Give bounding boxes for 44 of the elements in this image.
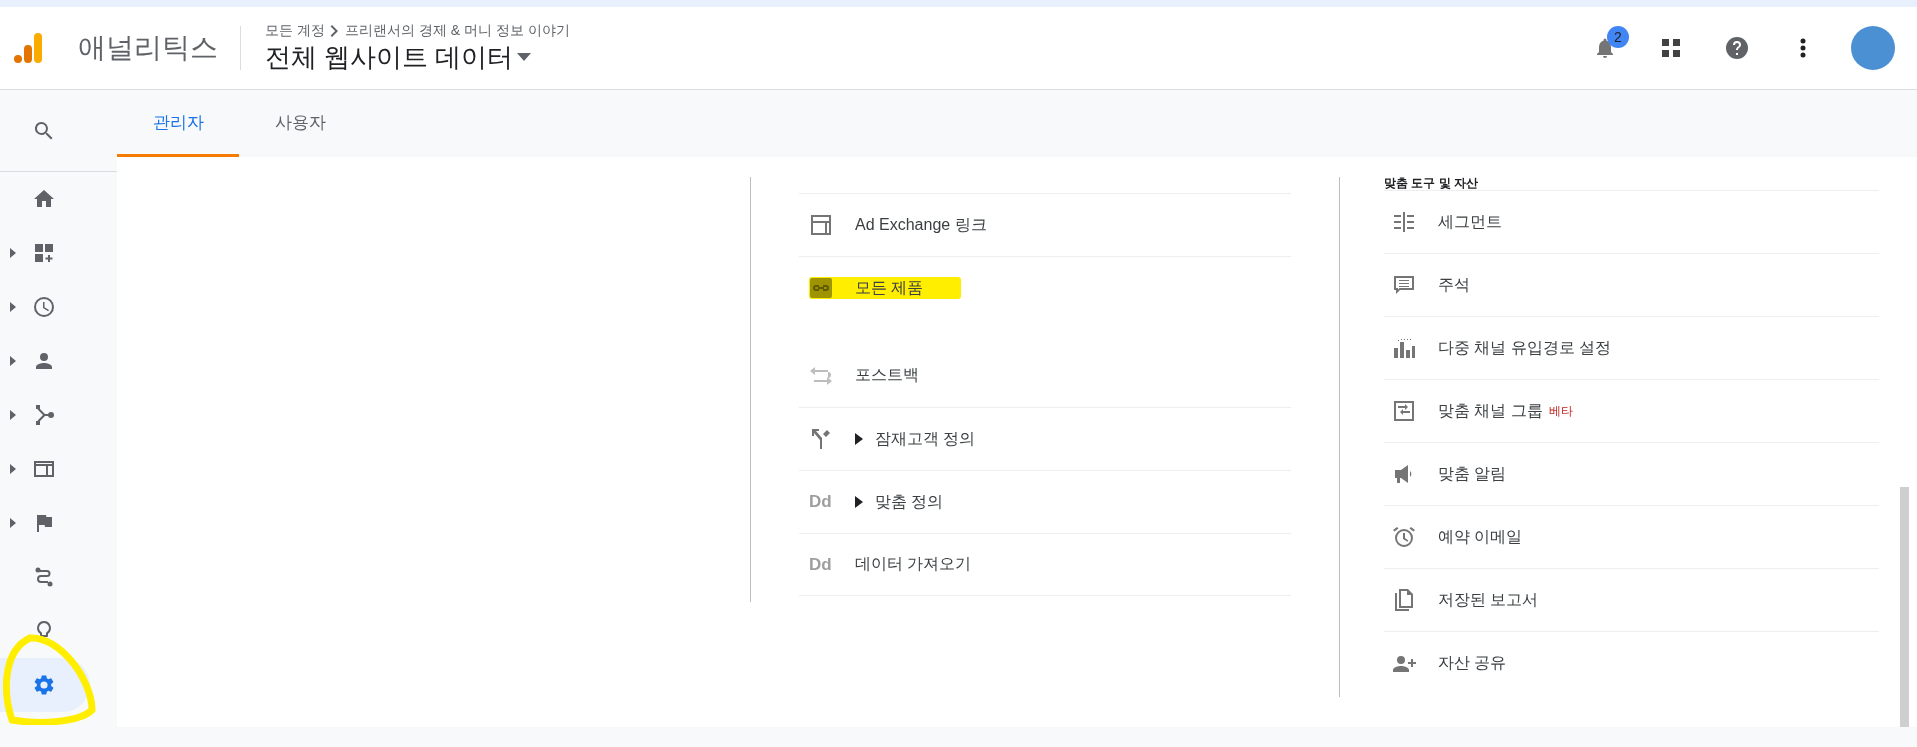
analytics-logo-icon [14,33,42,63]
settings-link[interactable]: 잠재고객 정의 [875,428,976,450]
app-name: 애널리틱스 [78,26,241,70]
arrows-box-icon [1392,399,1416,423]
grid-icon [1659,36,1683,60]
dimension-icon: Dd [809,554,833,575]
dashboard-icon [32,241,56,265]
settings-icon [32,673,56,697]
settings-link[interactable]: 맞춤 정의 [875,491,944,513]
split-arrow-icon [809,427,833,451]
breadcrumb-link[interactable]: 프리랜서의 경제 & 머니 정보 이야기 [344,21,570,40]
avatar[interactable] [1851,26,1895,70]
bar-chart-icon [1392,336,1416,360]
settings-link[interactable]: 다중 채널 유입경로 설정 [1438,337,1612,359]
settings-link[interactable]: 맞춤 알림 [1438,463,1507,485]
notifications-button[interactable]: 2 [1583,26,1627,70]
settings-link[interactable]: 맞춤 채널 그룹 [1438,400,1543,422]
settings-link[interactable]: 포스트백 [855,365,919,386]
segment-lines-icon [1392,210,1416,234]
scrollbar[interactable] [1900,487,1909,727]
settings-link[interactable]: 저장된 보고서 [1438,589,1539,611]
caret-icon [517,53,532,61]
speech-bubble-icon [1392,273,1416,297]
settings-link[interactable]: 주석 [1438,274,1470,296]
beta-tag: 베타 [1548,402,1573,420]
view-selector[interactable]: 전체 웹사이트 데이터 [265,39,570,75]
clock-icon [32,295,56,319]
section-heading: 맞춤 도구 및 자산 [1384,177,1879,191]
settings-link[interactable]: 세그먼트 [1438,211,1502,233]
tab[interactable]: 사용자 [239,90,361,157]
settings-link[interactable]: Ad Exchange 링크 [855,214,987,236]
settings-link[interactable]: 예약 이메일 [1438,526,1523,548]
document-copies-icon [1392,588,1416,612]
settings-link[interactable]: 데이터 가져오기 [855,554,972,575]
alarm-clock-icon [1392,525,1416,549]
breadcrumb-link[interactable]: 모든 계정 [265,21,325,40]
settings-link[interactable]: 자산 공유 [1438,653,1507,674]
layout-panel-icon [809,213,833,237]
help-icon [1725,36,1749,60]
tab[interactable]: 관리자 [117,90,239,157]
notification-badge: 2 [1607,26,1629,48]
settings-link[interactable]: 모든 제품 [855,277,924,299]
more-vertical-icon [1800,38,1806,58]
dimension-icon: Dd [809,492,833,512]
